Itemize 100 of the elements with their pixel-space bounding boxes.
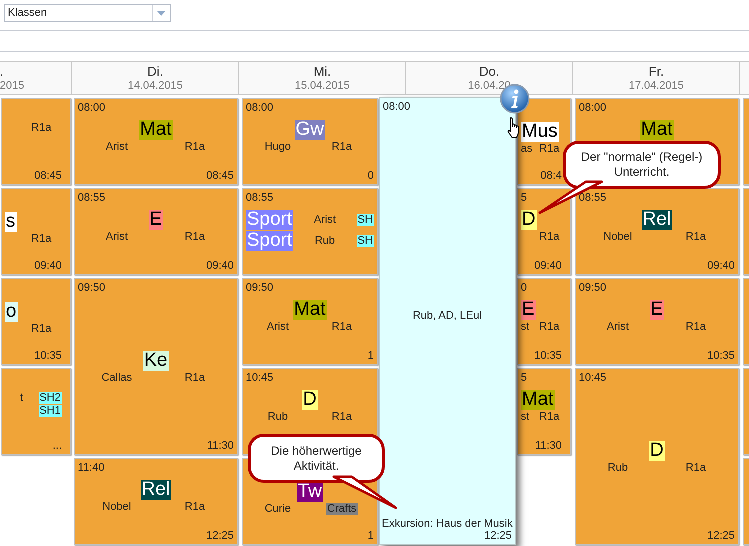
subject-label: E xyxy=(650,300,664,320)
teacher-label: Arist xyxy=(267,321,289,333)
teacher-label: Arist xyxy=(106,141,128,153)
room-label: Crafts xyxy=(326,503,358,515)
day-date: 14.04.2015 xyxy=(128,80,184,92)
subject-label: Gw xyxy=(294,120,326,140)
room-label: R1a xyxy=(684,321,708,333)
subject-label: Mat xyxy=(139,120,173,140)
room-label: R1a xyxy=(684,231,708,243)
day-date: 15.04.2015 xyxy=(294,80,350,92)
room-label: SH xyxy=(356,235,374,247)
teacher-label: st xyxy=(521,321,530,333)
subject-label: D xyxy=(302,390,318,410)
start-time: 10:45 xyxy=(246,372,274,384)
room-label: R1a xyxy=(538,411,561,423)
subject-label: Mat xyxy=(521,390,555,410)
room-label: R1a xyxy=(684,462,708,474)
day-date: 2015 xyxy=(0,80,24,92)
teacher-label: Curie xyxy=(264,503,292,515)
teacher-label: st xyxy=(521,411,530,423)
start-time: 09:50 xyxy=(246,282,274,294)
end-time: 09:40 xyxy=(707,260,735,272)
start-time: 08:55 xyxy=(579,192,607,204)
room-label: R1a xyxy=(30,323,53,335)
teacher-label: Arist xyxy=(106,231,128,243)
room-label: R1a xyxy=(330,411,354,423)
end-time: 10:35 xyxy=(707,350,735,362)
end-time: 09:40 xyxy=(34,260,62,272)
start-time: 0 xyxy=(521,282,528,294)
room-label: R1a xyxy=(330,141,354,153)
end-time: 12:25 xyxy=(206,530,234,542)
day-date: 17.04.2015 xyxy=(628,80,684,92)
teacher-label: t xyxy=(19,392,24,404)
end-time: 1 xyxy=(368,530,374,542)
end-time: 1 xyxy=(368,350,374,362)
subject-label: Sport xyxy=(246,231,294,251)
room-label: SH1 xyxy=(38,405,62,417)
start-time: 11:40 xyxy=(78,462,105,474)
end-time: 08:45 xyxy=(206,170,234,182)
subject-label: Sport xyxy=(246,210,294,230)
teacher-label: Hugo xyxy=(264,141,292,153)
room-label: R1a xyxy=(184,231,206,243)
teacher-label: Rub xyxy=(268,411,288,423)
teacher-label: as xyxy=(521,143,533,155)
end-time: 11:30 xyxy=(535,440,562,452)
subject-label: D xyxy=(521,210,537,230)
end-time: 09:40 xyxy=(206,260,234,272)
teacher-label: Nobel xyxy=(604,231,632,243)
end-time: 12:25 xyxy=(707,530,735,542)
end-time: 12:25 xyxy=(484,530,512,542)
start-time: 10:45 xyxy=(579,372,607,384)
start-time: 5 xyxy=(521,372,528,384)
start-time: 5 xyxy=(521,192,528,204)
room-label: R1a xyxy=(330,321,354,333)
room-label: R1a xyxy=(538,321,561,333)
end-time: 11:30 xyxy=(207,440,234,452)
room-label: SH2 xyxy=(38,392,62,404)
subject-label: s xyxy=(5,212,16,232)
subject-label: Ke xyxy=(143,350,169,370)
subject-label: Mus xyxy=(521,122,559,142)
participants-label: Rub, AD, LEul xyxy=(412,310,482,322)
subject-label: Rel xyxy=(140,480,172,500)
room-label: R1a xyxy=(538,143,561,155)
room-label: R1a xyxy=(30,233,53,245)
start-time: 09:50 xyxy=(579,282,607,294)
event-title: Exkursion: Haus der Musik xyxy=(382,518,513,530)
start-time: 09:50 xyxy=(78,282,106,294)
room-label: R1a xyxy=(184,501,206,513)
subject-label: E xyxy=(148,210,164,230)
end-time: 08:4 xyxy=(540,170,562,182)
subject-label: D xyxy=(649,440,665,460)
teacher-label: Callas xyxy=(102,372,132,384)
room-label: SH xyxy=(356,214,374,226)
subject-label: E xyxy=(521,300,536,320)
end-time: 08:45 xyxy=(34,170,62,182)
start-time: 08:00 xyxy=(246,102,274,114)
room-label: R1a xyxy=(184,141,206,153)
room-label: R1a xyxy=(538,231,561,243)
room-label: R1a xyxy=(184,372,206,384)
start-time: 08:55 xyxy=(246,192,274,204)
start-time: 08:00 xyxy=(579,102,607,114)
day-name: Fr. xyxy=(648,64,664,79)
start-time: 08:00 xyxy=(78,102,106,114)
end-time: 0 xyxy=(368,170,374,182)
teacher-label: Arist xyxy=(607,321,629,333)
end-time: 10:35 xyxy=(34,350,62,362)
subject-label: Tw xyxy=(296,482,324,502)
day-name: Mi. xyxy=(314,64,332,79)
teacher-label: Nobel xyxy=(102,501,132,513)
teacher-label: Rub xyxy=(314,235,336,247)
subject-label: o xyxy=(5,302,18,322)
end-time: 10:35 xyxy=(534,350,562,362)
room-label: R1a xyxy=(30,122,53,134)
start-time: 08:55 xyxy=(78,192,106,204)
day-name: Di. xyxy=(148,64,164,79)
subject-label: Mat xyxy=(640,120,674,140)
teacher-label: Rub xyxy=(608,462,628,474)
teacher-label: Arist xyxy=(313,214,338,226)
subject-label: Rel xyxy=(642,210,672,230)
start-time: 08:00 xyxy=(383,101,411,113)
